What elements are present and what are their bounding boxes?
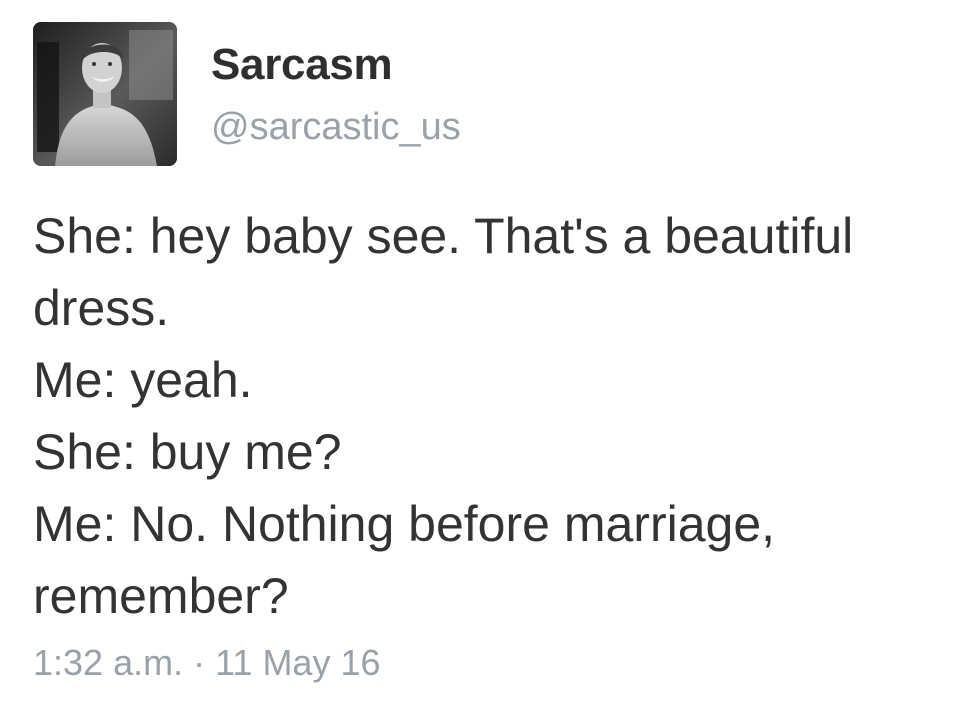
tweet-text: She: hey baby see. That's a beautiful dr… xyxy=(33,200,933,632)
tweet-text-line: She: buy me? xyxy=(33,424,342,480)
avatar-photo xyxy=(33,22,177,166)
tweet-text-line: Me: yeah. xyxy=(33,352,253,408)
display-name[interactable]: Sarcasm xyxy=(211,40,393,90)
tweet-text-line: remember? xyxy=(33,568,289,624)
user-handle[interactable]: @sarcastic_us xyxy=(211,106,461,149)
avatar[interactable] xyxy=(33,22,177,166)
tweet-header: Sarcasm @sarcastic_us xyxy=(33,22,913,166)
tweet-text-line: Me: No. Nothing before marriage, xyxy=(33,496,776,552)
tweet-timestamp[interactable]: 1:32 a.m. · 11 May 16 xyxy=(33,642,381,684)
tweet-card: Sarcasm @sarcastic_us She: hey baby see.… xyxy=(0,0,960,712)
tweet-text-line: She: hey baby see. That's a beautiful xyxy=(33,208,854,264)
tweet-text-line: dress. xyxy=(33,280,170,336)
